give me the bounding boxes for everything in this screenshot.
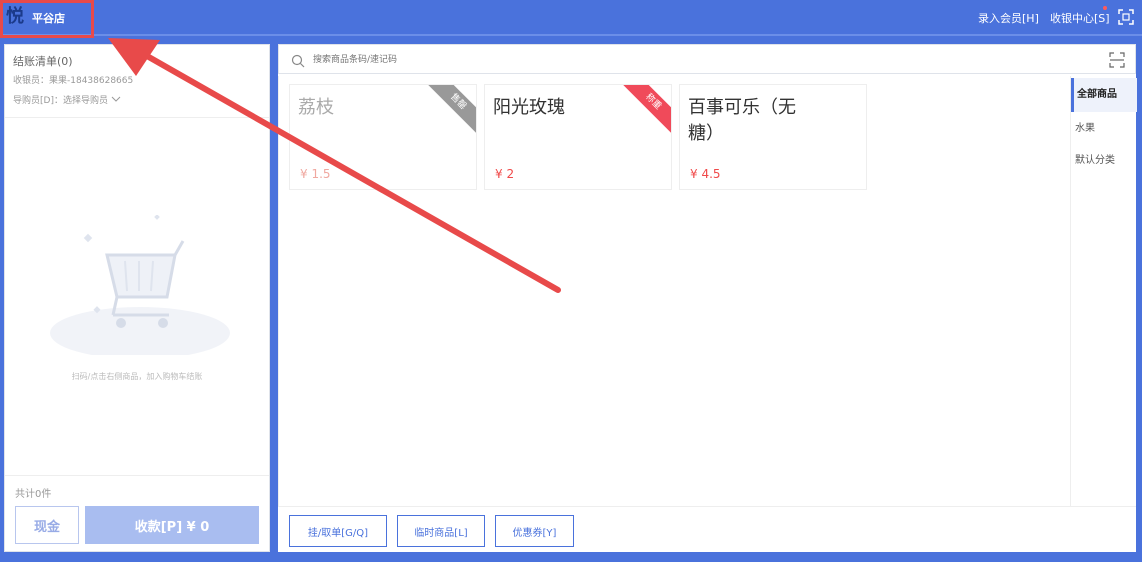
search-bar (278, 44, 1136, 74)
category-default[interactable]: 默认分类 (1071, 144, 1137, 178)
pay-button[interactable]: 收款[P] ¥ 0 (85, 506, 259, 544)
temp-product-button[interactable]: 临时商品[L] (397, 515, 485, 547)
empty-cart-hint: 扫码/点击右侧商品，加入购物车结账 (71, 372, 203, 381)
product-price: ¥ 4.5 (690, 167, 721, 181)
register-member-link[interactable]: 录入会员[H] (978, 10, 1039, 26)
product-name: 荔枝 (298, 97, 334, 118)
product-card[interactable]: 阳光玫瑰 ¥ 2 称重 (484, 84, 672, 190)
cart-title: 结账清单(0) (13, 55, 73, 68)
cashier-info: 收银员：果果-18438628665 (13, 76, 134, 86)
cashier-center-link[interactable]: 收银中心[S] (1050, 10, 1110, 26)
product-name: 阳光玫瑰 (493, 97, 565, 118)
product-price: ¥ 2 (495, 167, 515, 181)
divider (5, 117, 269, 118)
hang-order-button[interactable]: 挂/取单[G/Q] (289, 515, 387, 547)
product-name: 百事可乐（无糖） (688, 97, 796, 144)
main-panel: 荔枝 ¥ 1.5 售罄 阳光玫瑰 ¥ 2 称重 百事可乐（无糖） ¥ 4.5 全… (278, 44, 1137, 552)
divider (5, 475, 269, 476)
category-fruit[interactable]: 水果 (1071, 112, 1137, 146)
search-input[interactable] (313, 52, 913, 68)
product-card[interactable]: 百事可乐（无糖） ¥ 4.5 (679, 84, 867, 190)
guide-selector[interactable]: 导购员[D]：选择导购员 (13, 93, 121, 106)
product-price: ¥ 1.5 (300, 167, 331, 181)
search-icon (291, 53, 305, 68)
product-card[interactable]: 荔枝 ¥ 1.5 售罄 (289, 84, 477, 190)
guide-label: 导购员[D]：选择导购员 (13, 96, 108, 106)
notification-dot (1103, 6, 1107, 10)
total-count: 共计0件 (15, 489, 52, 500)
empty-cart-illustration (45, 214, 235, 359)
cart-panel: 结账清单(0) 收银员：果果-18438628665 导购员[D]：选择导购员 (4, 44, 270, 552)
scan-icon[interactable] (1109, 52, 1125, 68)
annotation-highlight-box (0, 0, 94, 38)
top-bar: 悦 平谷店 录入会员[H] 收银中心[S] (0, 0, 1142, 36)
coupon-button[interactable]: 优惠券[Y] (495, 515, 574, 547)
category-sidebar: 全部商品 水果 默认分类 (1070, 76, 1137, 506)
category-all[interactable]: 全部商品 (1071, 78, 1137, 112)
bottom-action-bar: 挂/取单[G/Q] 临时商品[L] 优惠券[Y] (278, 506, 1136, 552)
chevron-down-icon (111, 96, 121, 106)
cash-button[interactable]: 现金 (15, 506, 79, 544)
product-grid: 荔枝 ¥ 1.5 售罄 阳光玫瑰 ¥ 2 称重 百事可乐（无糖） ¥ 4.5 (278, 76, 1070, 506)
fullscreen-icon[interactable] (1118, 9, 1134, 25)
